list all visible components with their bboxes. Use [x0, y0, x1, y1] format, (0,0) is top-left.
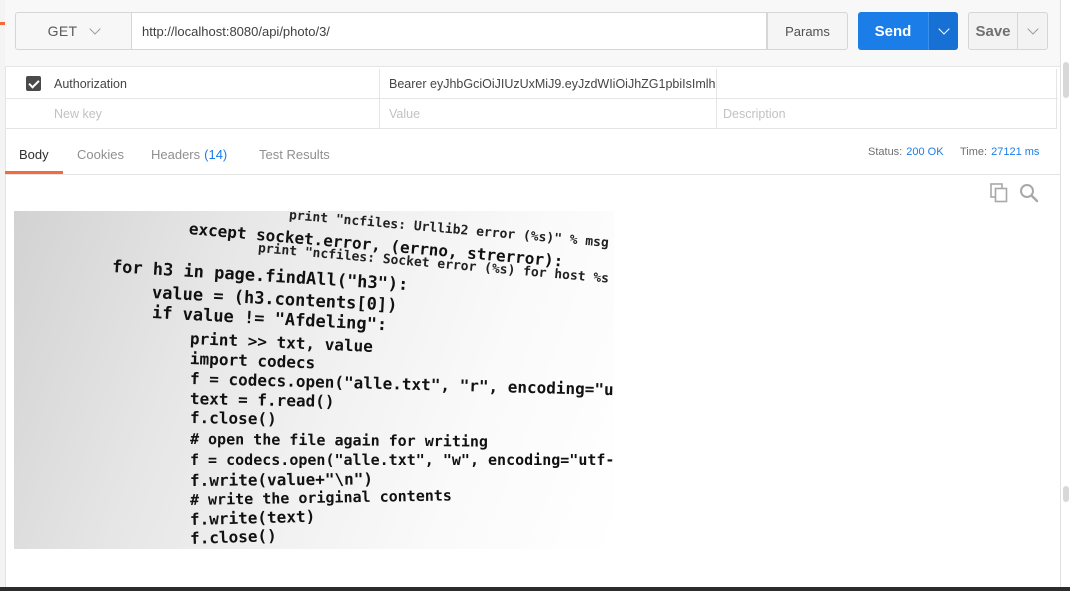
status-value: 200 OK — [906, 146, 944, 158]
tab-headers[interactable]: Headers (14) — [151, 138, 227, 171]
save-dropdown-button[interactable] — [1017, 12, 1048, 50]
new-header-row: New key Value Description — [6, 99, 1058, 129]
response-image: print "ncfiles: Urllib2 error (%s)" % ms… — [14, 211, 614, 549]
header-row: Authorization Bearer eyJhbGciOiJIUzUxMiJ… — [6, 69, 1058, 99]
tab-cookies[interactable]: Cookies — [77, 138, 124, 171]
new-description-input[interactable]: Description — [718, 99, 1058, 129]
tab-test-results[interactable]: Test Results — [259, 138, 330, 171]
method-label: GET — [47, 23, 78, 39]
header-value-input[interactable]: Bearer eyJhbGciOiJIUzUxMiJ9.eyJzdWIiOiJh… — [381, 69, 717, 99]
save-button[interactable]: Save — [968, 12, 1017, 50]
send-button[interactable]: Send — [858, 12, 928, 50]
code-line: f = codecs.open("alle.txt", "w", encodin… — [190, 451, 614, 469]
headers-table: Authorization Bearer eyJhbGciOiJIUzUxMiJ… — [5, 69, 1058, 129]
time-label: Time: — [960, 146, 988, 158]
status-label: Status: — [868, 146, 903, 158]
headers-count: (14) — [204, 147, 228, 162]
chevron-down-icon — [89, 23, 102, 35]
code-line: f.write(text) — [189, 506, 316, 529]
chevron-down-icon — [937, 23, 950, 35]
tab-label: Headers — [151, 147, 201, 162]
new-key-input[interactable]: New key — [54, 99, 380, 129]
scroll-thumb[interactable] — [1063, 62, 1069, 98]
code-line: # open the file again for writing — [189, 430, 489, 451]
tab-body[interactable]: Body — [5, 138, 63, 174]
send-dropdown-button[interactable] — [928, 12, 958, 50]
tab-label: Body — [19, 147, 49, 162]
chevron-down-icon — [1026, 23, 1039, 35]
tab-label: Test Results — [259, 147, 330, 162]
url-input[interactable]: http://localhost:8080/api/photo/3/ — [131, 12, 767, 50]
code-line: f.close() — [189, 408, 277, 429]
new-value-input[interactable]: Value — [381, 99, 717, 129]
header-value: Bearer eyJhbGciOiJIUzUxMiJ9.eyJzdWIiOiJh… — [389, 77, 717, 91]
time-readout: Time: 27121 ms — [960, 146, 1039, 158]
copy-icon[interactable] — [990, 183, 1008, 203]
params-button[interactable]: Params — [767, 12, 848, 50]
header-key: Authorization — [54, 77, 127, 91]
tab-label: Cookies — [77, 147, 124, 162]
search-icon[interactable] — [1019, 183, 1039, 203]
header-key-input[interactable]: Authorization — [54, 69, 380, 99]
code-line: f.close() — [189, 525, 277, 548]
scrollbar[interactable] — [1060, 0, 1070, 591]
url-text: http://localhost:8080/api/photo/3/ — [142, 23, 330, 39]
time-value: 27121 ms — [991, 146, 1040, 158]
code-line: # write the original contents — [189, 486, 453, 509]
code-line: f.write(value+"\n") — [189, 469, 374, 490]
method-select[interactable]: GET — [15, 12, 131, 50]
checkbox-checked-icon[interactable] — [26, 76, 41, 91]
scroll-thumb-lower[interactable] — [1063, 486, 1069, 502]
request-bar: GET http://localhost:8080/api/photo/3/ P… — [5, 0, 1060, 67]
status-readout: Status: 200 OK — [868, 146, 944, 158]
code-photo: print "ncfiles: Urllib2 error (%s)" % ms… — [14, 211, 614, 549]
bottom-bar — [0, 587, 1070, 591]
header-description-input[interactable] — [718, 69, 1058, 99]
response-tabs: Body Cookies Headers (14) Test Results St… — [5, 138, 1060, 175]
